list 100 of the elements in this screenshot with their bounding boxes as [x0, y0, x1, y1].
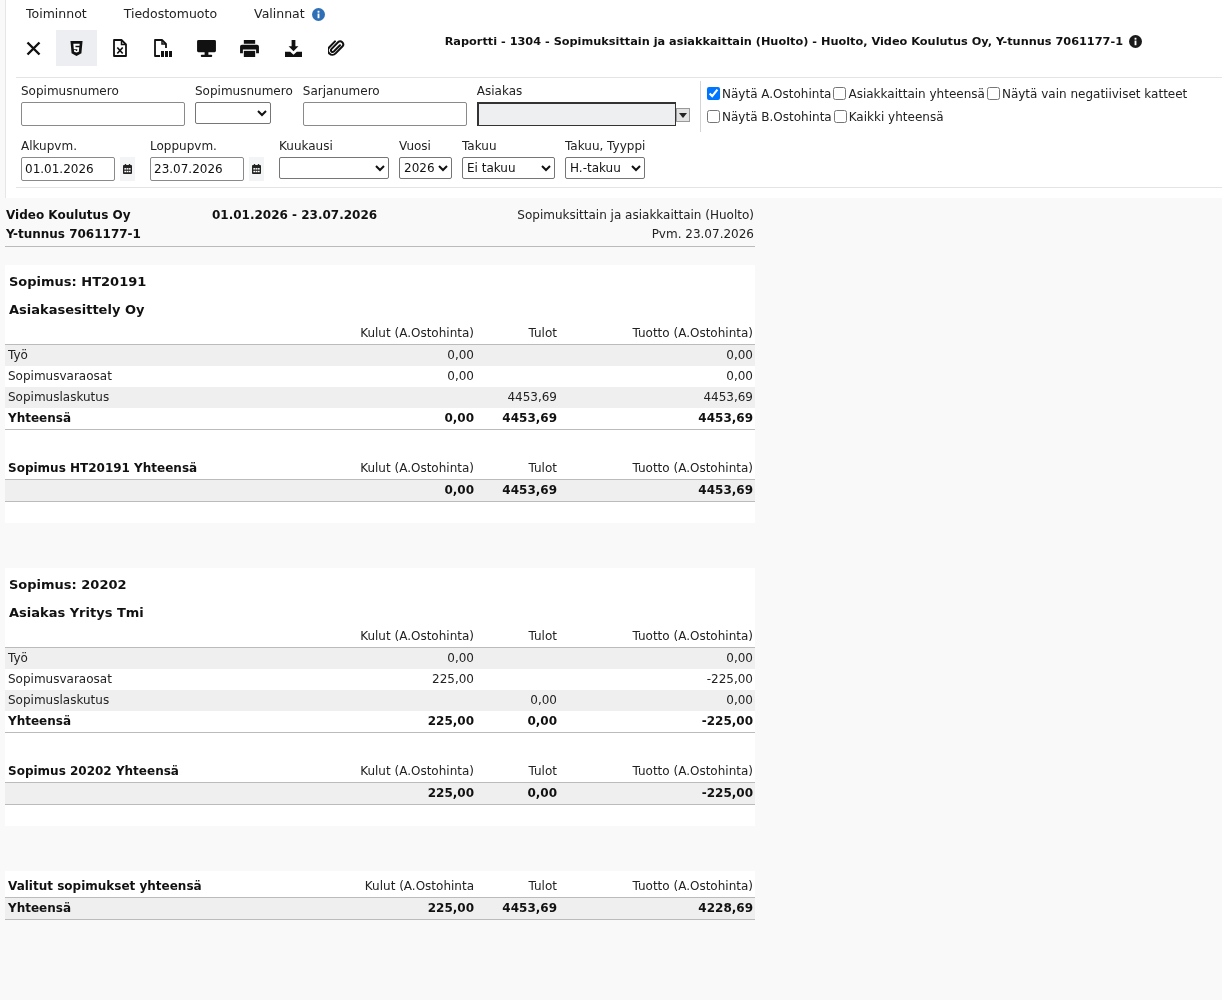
field-label: Sarjanumero	[302, 83, 381, 99]
row-label: Sopimusvaraosat	[8, 672, 112, 687]
select-field[interactable]: H.-takuu	[565, 157, 646, 179]
column-header: Kulut (A.Ostohinta	[364, 879, 474, 894]
total-amount: 4228,69	[698, 901, 753, 916]
column-header: Tulot	[528, 879, 557, 894]
field-label: Sopimusnumero	[21, 83, 120, 99]
select-field[interactable]	[279, 157, 389, 179]
menu-item[interactable]: Valinnat	[254, 5, 305, 23]
row-label: Sopimuslaskutus	[8, 693, 110, 708]
monitor-icon	[197, 39, 217, 57]
column-header: Tulot	[528, 629, 557, 644]
field-label: Asiakas	[476, 83, 524, 99]
checkbox[interactable]	[986, 87, 1000, 100]
summary-title: Sopimus 20202 Yhteensä	[8, 764, 179, 779]
field-label: Sopimusnumero	[195, 83, 293, 99]
total-amount: 0,00	[444, 483, 474, 498]
column-header: Tuotto (A.Ostohinta)	[632, 326, 753, 341]
paperclip-icon	[328, 39, 346, 57]
summary-title: Sopimus HT20191 Yhteensä	[8, 461, 198, 476]
caret-icon	[678, 112, 687, 118]
contract-title: Sopimus: HT20191	[9, 274, 147, 289]
checkbox[interactable]	[707, 87, 720, 100]
amount-value: 0,00	[447, 369, 474, 384]
select-field[interactable]	[195, 102, 271, 124]
column-header: Kulut (A.Ostohinta)	[360, 764, 474, 779]
checkbox-label: Kaikki yhteensä	[848, 109, 944, 124]
column-header: Kulut (A.Ostohinta)	[360, 629, 474, 644]
column-header: Tuotto (A.Ostohinta)	[632, 764, 753, 779]
amount-value: 225,00	[432, 672, 474, 687]
field-label: Kuukausi	[279, 138, 334, 154]
menu-item[interactable]: Toiminnot	[26, 5, 87, 23]
field-label: Takuu	[462, 138, 498, 154]
total-label: Yhteensä	[8, 411, 72, 426]
checkbox[interactable]	[707, 110, 720, 123]
total-amount: 0,00	[527, 786, 557, 801]
close-icon	[26, 40, 41, 56]
document-icon	[154, 39, 173, 57]
total-amount: 4453,69	[698, 483, 753, 498]
checkbox[interactable]	[833, 110, 847, 123]
menu-item[interactable]: Tiedostomuoto	[123, 5, 218, 23]
amount-value: -225,00	[706, 672, 753, 687]
column-header: Kulut (A.Ostohinta)	[360, 326, 474, 341]
company-name: Video Koulutus Oy	[6, 207, 132, 224]
report-name: Sopimuksittain ja asiakkaittain (Huolto)	[517, 207, 754, 224]
total-amount: 4453,69	[502, 411, 557, 426]
column-header: Tulot	[528, 461, 557, 476]
text-field[interactable]	[302, 102, 467, 126]
field-label: Alkupvm.	[21, 138, 78, 154]
row-label: Sopimusvaraosat	[8, 369, 112, 384]
column-header: Tuotto (A.Ostohinta)	[632, 629, 753, 644]
select-field[interactable]: 2026	[399, 157, 452, 179]
download-icon	[284, 39, 302, 57]
date-picker-button[interactable]	[249, 157, 264, 181]
total-amount: 4453,69	[698, 411, 753, 426]
amount-value: 0,00	[726, 651, 753, 666]
shield-icon	[70, 40, 84, 56]
date-field[interactable]: 23.07.2026	[150, 157, 244, 181]
total-amount: 225,00	[427, 901, 474, 916]
total-label: Yhteensä	[8, 901, 72, 916]
amount-value: 0,00	[726, 369, 753, 384]
total-amount: 225,00	[427, 714, 474, 729]
text-field[interactable]	[21, 102, 185, 126]
amount-value: 0,00	[530, 693, 557, 708]
amount-value: 0,00	[447, 348, 474, 363]
select-field[interactable]: Ei takuu	[462, 157, 555, 179]
checkbox-label: Asiakkaittain yhteensä	[848, 86, 985, 101]
total-label: Yhteensä	[8, 714, 72, 729]
file-x-icon	[113, 39, 128, 57]
amount-value: 0,00	[726, 348, 753, 363]
row-label: Työ	[8, 348, 28, 363]
total-amount: 0,00	[527, 714, 557, 729]
checkbox-label: Näytä A.Ostohinta	[722, 86, 832, 101]
amount-value: 0,00	[447, 651, 474, 666]
column-header: Tuotto (A.Ostohinta)	[632, 879, 753, 894]
field-label: Loppupvm.	[150, 138, 218, 154]
customer-name: Asiakasesittely Oy	[9, 302, 145, 317]
report-date: Pvm. 23.07.2026	[651, 226, 754, 243]
date-field[interactable]: 01.01.2026	[21, 157, 115, 181]
field-label: Vuosi	[399, 138, 432, 154]
customer-name: Asiakas Yritys Tmi	[9, 605, 144, 620]
amount-value: 0,00	[726, 693, 753, 708]
total-amount: -225,00	[701, 714, 753, 729]
total-amount: -225,00	[701, 786, 753, 801]
date-picker-button[interactable]	[120, 157, 135, 181]
contract-title: Sopimus: 20202	[9, 577, 127, 592]
total-amount: 225,00	[427, 786, 474, 801]
row-label: Työ	[8, 651, 28, 666]
column-header: Tulot	[528, 326, 557, 341]
amount-value: 4453,69	[703, 390, 753, 405]
checkbox-label: Näytä B.Ostohinta	[722, 109, 832, 124]
column-header: Tuotto (A.Ostohinta)	[632, 461, 753, 476]
printer-icon	[240, 39, 260, 57]
summary-title: Valitut sopimukset yhteensä	[8, 879, 202, 894]
field-label: Takuu, Tyyppi	[565, 138, 646, 154]
html-export-button[interactable]	[56, 30, 98, 66]
checkbox[interactable]	[833, 87, 847, 100]
row-label: Sopimuslaskutus	[8, 390, 110, 405]
total-amount: 0,00	[444, 411, 474, 426]
report-title: Raportti - 1304 - Sopimuksittain ja asiakkaittain (Huolto) - Huolto, Video Koulutus Oy, Y-tunnus 7061177-1	[444, 35, 1123, 48]
